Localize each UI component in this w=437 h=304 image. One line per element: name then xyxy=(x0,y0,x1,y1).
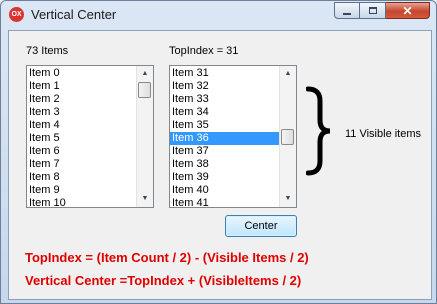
maximize-icon xyxy=(368,7,377,14)
left-scrollbar[interactable]: ▲ ▼ xyxy=(136,66,153,207)
list-item[interactable]: Item 38 xyxy=(170,158,279,171)
window-controls: ✕ xyxy=(334,2,430,20)
title-bar[interactable]: OX Vertical Center ✕ xyxy=(1,1,436,31)
scroll-down-arrow-icon[interactable]: ▼ xyxy=(137,191,153,207)
list-item[interactable]: Item 39 xyxy=(170,171,279,184)
list-item[interactable]: Item 41 xyxy=(170,197,279,207)
list-item[interactable]: Item 33 xyxy=(170,93,279,106)
window-title: Vertical Center xyxy=(31,7,117,22)
list-item[interactable]: Item 0 xyxy=(27,67,136,80)
right-listbox[interactable]: Item 31 Item 32 Item 33 Item 34 Item 35 Item … xyxy=(169,65,297,208)
list-item[interactable]: Item 34 xyxy=(170,106,279,119)
list-item[interactable]: Item 2 xyxy=(27,93,136,106)
list-item[interactable]: Item 5 xyxy=(27,132,136,145)
list-item[interactable]: Item 10 xyxy=(27,197,136,207)
visible-items-label: 11 Visible items xyxy=(345,128,422,140)
minimize-button[interactable] xyxy=(334,2,360,19)
vertical-center-formula: Vertical Center =TopIndex + (VisibleItem… xyxy=(25,273,302,288)
list-item[interactable]: Item 37 xyxy=(170,145,279,158)
right-list-items: Item 31 Item 32 Item 33 Item 34 Item 35 Item … xyxy=(170,66,279,207)
list-item[interactable]: Item 4 xyxy=(27,119,136,132)
list-item[interactable]: Item 40 xyxy=(170,184,279,197)
list-item[interactable]: Item 9 xyxy=(27,184,136,197)
close-icon: ✕ xyxy=(402,3,413,18)
list-item[interactable]: Item 6 xyxy=(27,145,136,158)
app-icon: OX xyxy=(9,7,24,22)
scroll-up-arrow-icon[interactable]: ▲ xyxy=(137,66,153,82)
list-item[interactable]: Item 3 xyxy=(27,106,136,119)
scroll-down-arrow-icon[interactable]: ▼ xyxy=(280,191,296,207)
list-item[interactable]: Item 8 xyxy=(27,171,136,184)
close-button[interactable]: ✕ xyxy=(386,2,430,19)
top-index-formula: TopIndex = (Item Count / 2) - (Visible I… xyxy=(25,250,309,265)
list-item[interactable]: Item 35 xyxy=(170,119,279,132)
left-listbox[interactable]: Item 0 Item 1 Item 2 Item 3 Item 4 Item 5 Item… xyxy=(26,65,154,208)
top-index-label: TopIndex = 31 xyxy=(169,45,239,57)
list-item[interactable]: Item 32 xyxy=(170,80,279,93)
minimize-icon xyxy=(343,12,351,15)
scroll-up-arrow-icon[interactable]: ▲ xyxy=(280,66,296,82)
scroll-thumb[interactable] xyxy=(281,129,294,145)
list-item[interactable]: Item 7 xyxy=(27,158,136,171)
list-item[interactable]: Item 36 xyxy=(170,132,279,145)
client-area: 73 Items TopIndex = 31 Item 0 Item 1 Item … xyxy=(8,30,432,300)
list-item[interactable]: Item 1 xyxy=(27,80,136,93)
app-window: OX Vertical Center ✕ 73 Items TopIndex =… xyxy=(0,0,437,304)
center-button[interactable]: Center xyxy=(225,215,297,237)
maximize-button[interactable] xyxy=(360,2,386,19)
list-item[interactable]: Item 31 xyxy=(170,67,279,80)
left-list-items: Item 0 Item 1 Item 2 Item 3 Item 4 Item 5 Item… xyxy=(27,66,136,207)
item-count-label: 73 Items xyxy=(26,45,69,57)
scroll-thumb[interactable] xyxy=(138,82,151,98)
curly-brace-icon xyxy=(306,86,331,176)
right-scrollbar[interactable]: ▲ ▼ xyxy=(279,66,296,207)
